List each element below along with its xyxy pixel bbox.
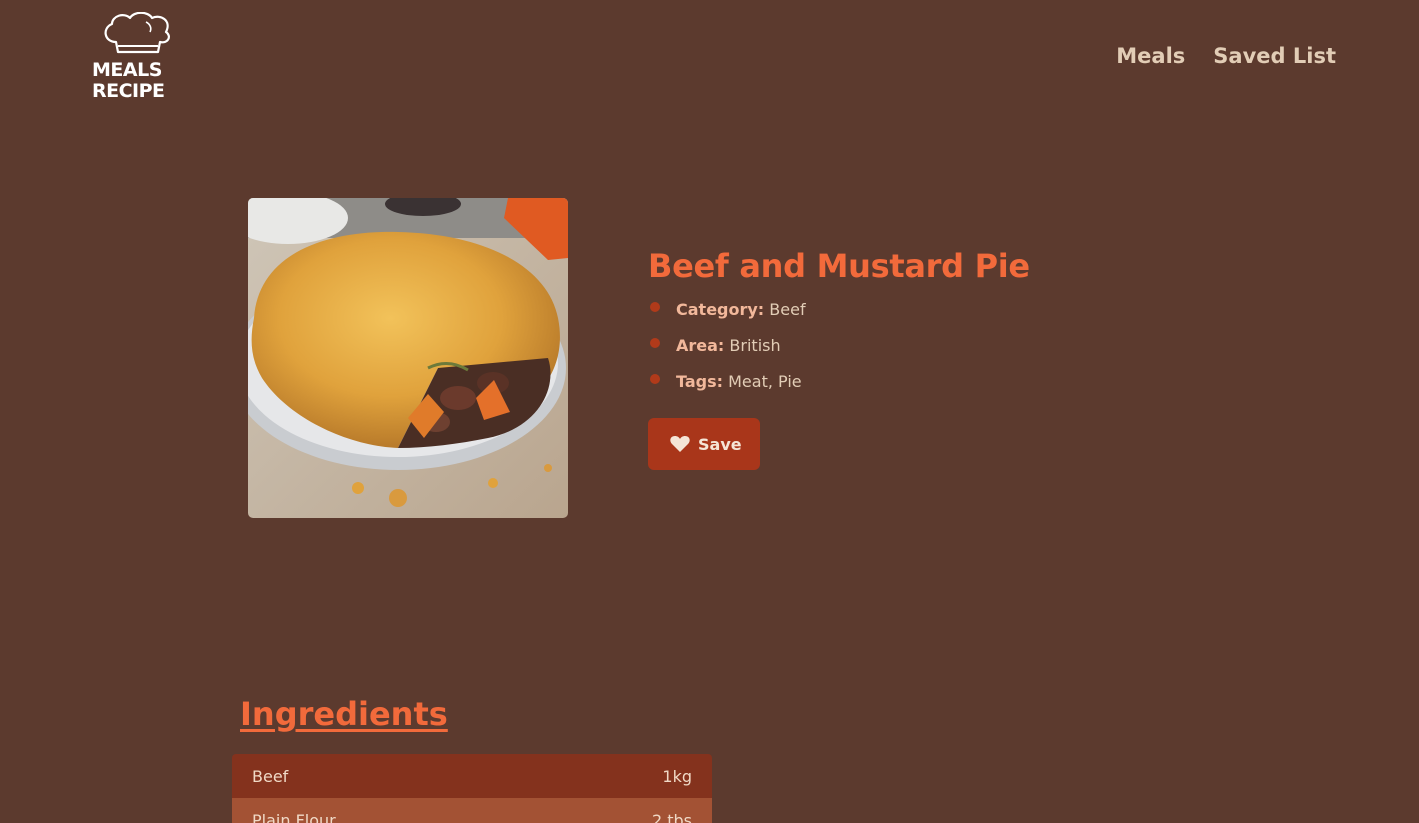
save-button-label: Save (698, 434, 742, 454)
ingredient-measure: 2 tbs (651, 810, 692, 823)
meal-title: Beef and Mustard Pie (648, 247, 1030, 285)
ingredients-title: Ingredients (240, 695, 448, 733)
meal-meta-list: Category: Beef Area: British Tags: Meat,… (648, 292, 1248, 400)
heart-icon (670, 436, 690, 452)
tags-label: Tags: (676, 372, 724, 391)
logo-line-2: RECIPE (92, 80, 165, 102)
ingredient-measure: 1kg (662, 766, 692, 786)
bullet-icon (650, 302, 660, 312)
category-value: Beef (769, 300, 806, 319)
meal-image (248, 198, 568, 518)
chef-hat-icon (104, 12, 170, 54)
nav-link-meals[interactable]: Meals (1116, 44, 1185, 68)
category-label: Category: (676, 300, 765, 319)
ingredient-row: Plain Flour 2 tbs (232, 798, 712, 823)
meal-details: Beef and Mustard Pie Category: Beef Area… (648, 244, 1248, 470)
ingredient-row: Beef 1kg (232, 754, 712, 798)
ingredient-name: Beef (252, 766, 289, 786)
meta-category: Category: Beef (648, 292, 1248, 328)
save-button[interactable]: Save (648, 418, 760, 470)
site-header: MEALS RECIPE Meals Saved List (0, 0, 1419, 120)
bullet-icon (650, 374, 660, 384)
area-value: British (729, 336, 781, 355)
tags-value: Meat, Pie (728, 372, 802, 391)
main-nav: Meals Saved List (1116, 44, 1336, 68)
bullet-icon (650, 338, 660, 348)
logo-line-1: MEALS (92, 59, 162, 81)
site-logo[interactable]: MEALS RECIPE (92, 12, 192, 108)
nav-link-saved-list[interactable]: Saved List (1213, 44, 1336, 68)
ingredient-name: Plain Flour (252, 810, 336, 823)
meal-photo (248, 198, 568, 518)
meta-tags: Tags: Meat, Pie (648, 364, 1248, 400)
area-label: Area: (676, 336, 725, 355)
ingredients-table: Beef 1kg Plain Flour 2 tbs (232, 754, 712, 823)
meta-area: Area: British (648, 328, 1248, 364)
